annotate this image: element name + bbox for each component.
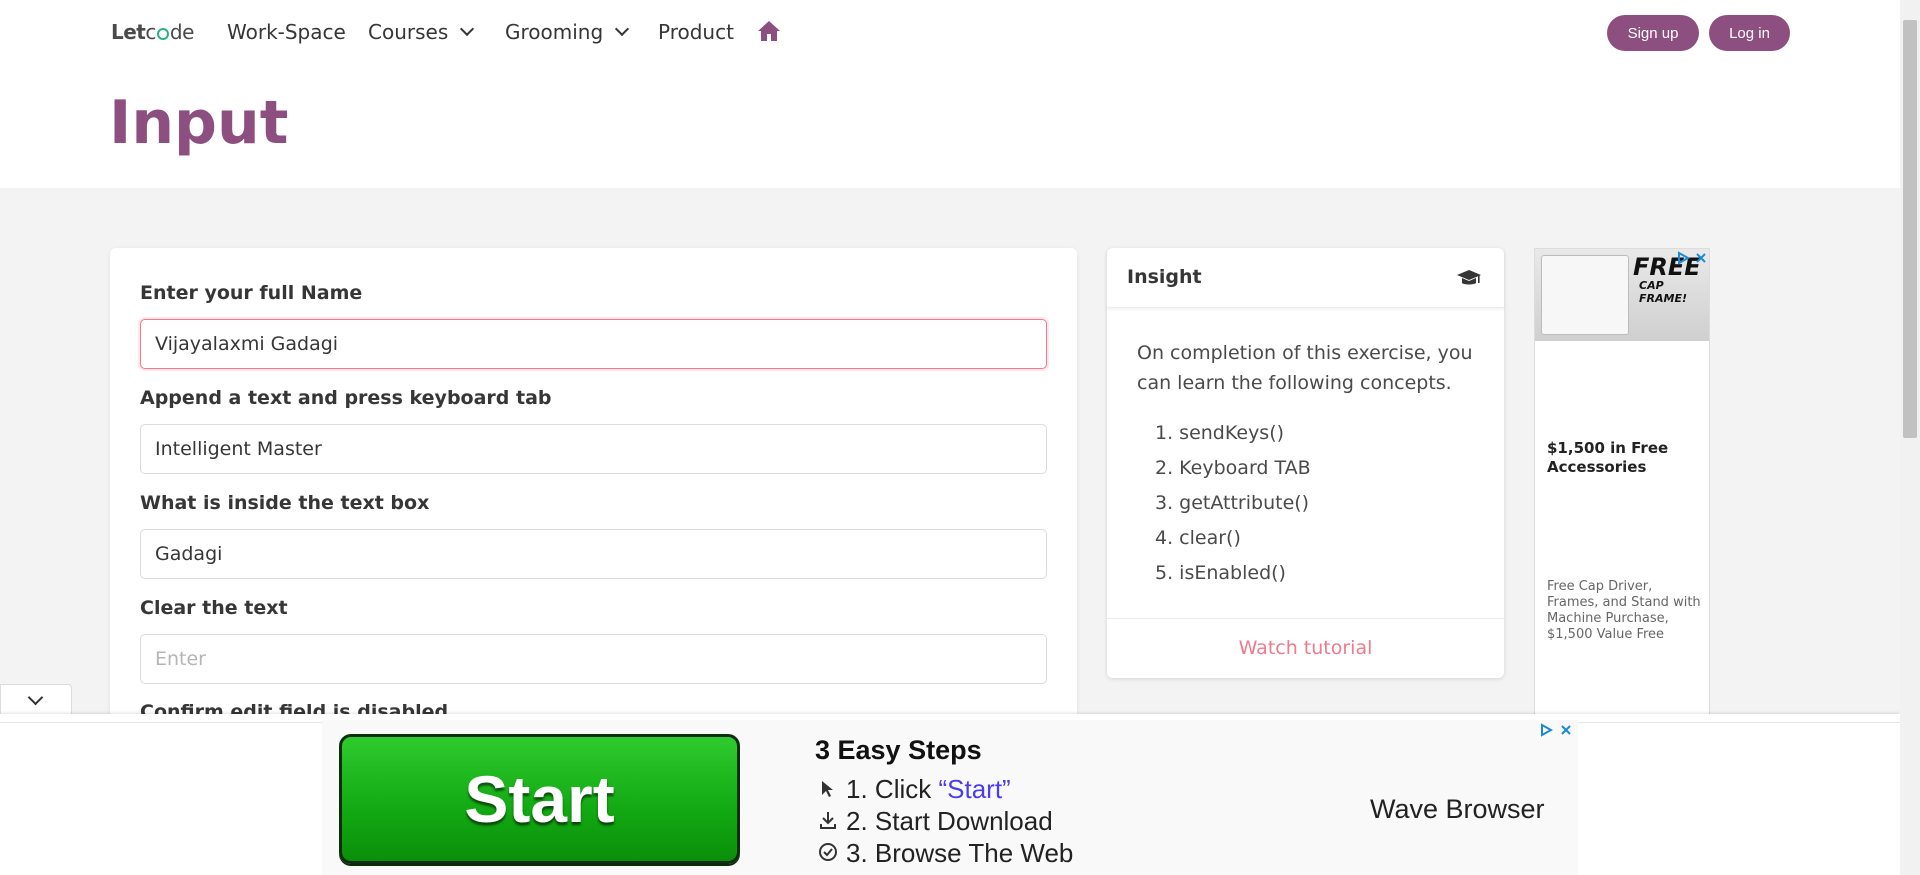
nav-courses-dropdown[interactable]: Courses: [368, 20, 475, 44]
nav-product[interactable]: Product: [658, 20, 734, 44]
append-text-label: Append a text and press keyboard tab: [140, 387, 552, 409]
close-icon[interactable]: [1559, 723, 1573, 737]
inside-text-input[interactable]: [140, 529, 1047, 579]
ad-step-3: 3. Browse The Web: [846, 838, 1074, 868]
login-button[interactable]: Log in: [1709, 15, 1790, 51]
clear-text-label: Clear the text: [140, 597, 288, 619]
close-icon[interactable]: [1694, 251, 1708, 265]
adchoices-icon[interactable]: [1539, 723, 1553, 737]
list-item: 5. isEnabled(): [1155, 562, 1286, 584]
nav-work-space[interactable]: Work-Space: [227, 20, 346, 44]
page-title: Input: [109, 88, 289, 158]
insight-footer: Watch tutorial: [1107, 618, 1504, 678]
ad-start-button[interactable]: Start: [339, 734, 740, 864]
chevron-down-icon: [27, 689, 44, 706]
home-icon[interactable]: [757, 20, 781, 42]
ad-brand-name[interactable]: Wave Browser: [1370, 794, 1545, 825]
list-item: 2. Keyboard TAB: [1155, 457, 1311, 479]
ad-image-subtext: CAP FRAME!: [1639, 279, 1687, 305]
ad-title[interactable]: $1,500 in Free Accessories: [1547, 439, 1697, 477]
insight-card: Insight On completion of this exercise, …: [1107, 248, 1504, 678]
nav-grooming-dropdown[interactable]: Grooming: [505, 20, 630, 44]
signup-button[interactable]: Sign up: [1607, 15, 1699, 51]
watch-tutorial-link[interactable]: Watch tutorial: [1107, 637, 1504, 659]
ad-steps-title: 3 Easy Steps: [815, 735, 982, 765]
list-item: 3. getAttribute(): [1155, 492, 1310, 514]
navbar: Letc de Work-Space Courses Grooming Produ…: [0, 0, 1900, 66]
chevron-down-icon: [615, 21, 630, 37]
full-name-label: Enter your full Name: [140, 282, 363, 304]
letcode-logo[interactable]: Letc de: [111, 20, 194, 44]
clear-text-input[interactable]: [140, 634, 1047, 684]
input-form-card: Enter your full Name Append a text and p…: [110, 248, 1077, 728]
list-item: 4. clear(): [1155, 527, 1241, 549]
ad-image-headline: FREE: [1633, 253, 1701, 281]
scrollbar-thumb[interactable]: [1903, 20, 1917, 438]
append-text-input[interactable]: [140, 424, 1047, 474]
hero-section: Input: [0, 66, 1900, 188]
graduation-cap-icon: [1457, 270, 1481, 285]
machine-image: [1541, 255, 1629, 335]
insight-intro: On completion of this exercise, you can …: [1137, 342, 1473, 394]
ad-description: Free Cap Driver, Frames, and Stand with …: [1547, 579, 1701, 642]
list-item: 1. sendKeys(): [1155, 422, 1285, 444]
collapse-ad-toggle[interactable]: [0, 684, 72, 714]
full-name-input[interactable]: [140, 319, 1047, 369]
side-advertisement[interactable]: FREE CAP FRAME! $1,500 in Free Accessori…: [1534, 248, 1710, 716]
ad-step-2: 2. Start Download: [846, 806, 1053, 836]
concepts-list: 1. sendKeys() 2. Keyboard TAB 3. getAttr…: [1155, 416, 1311, 591]
chevron-down-icon: [460, 21, 475, 37]
insight-title: Insight: [1127, 266, 1202, 288]
insight-header: Insight: [1107, 248, 1504, 308]
inside-text-label: What is inside the text box: [140, 492, 430, 514]
ad-step-1: 1. Click “Start”: [846, 774, 1011, 804]
adchoices-icon[interactable]: [1676, 251, 1690, 265]
